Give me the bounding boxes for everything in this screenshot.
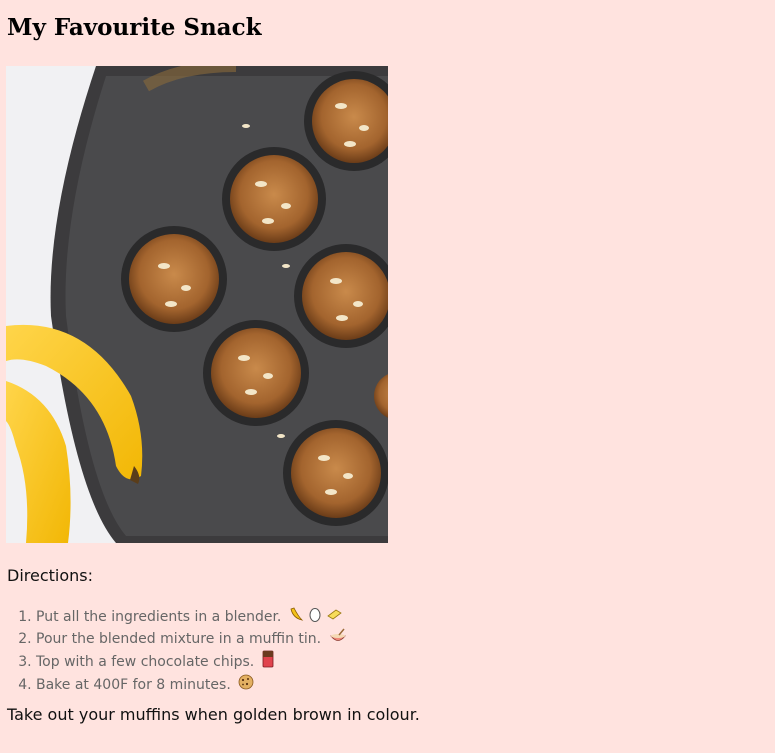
step-text: Pour the blended mixture in a muffin tin…	[36, 631, 322, 647]
mixing-bowl-icon	[329, 628, 347, 650]
egg-icon	[309, 606, 321, 628]
chocolate-bar-icon	[262, 650, 274, 674]
step-text: Put all the ingredients in a blender.	[36, 609, 282, 625]
step-text: Top with a few chocolate chips.	[36, 654, 255, 670]
list-item: Top with a few chocolate chips.	[36, 650, 347, 674]
list-item: Put all the ingredients in a blender.	[36, 606, 347, 628]
muffin-photo	[6, 66, 388, 543]
muffin-photo-illustration	[6, 66, 388, 543]
page-title: My Favourite Snack	[7, 14, 262, 41]
banana-icon	[289, 606, 305, 628]
directions-list: Put all the ingredients in a blender. Po…	[18, 606, 347, 696]
butter-icon	[326, 606, 342, 628]
list-item: Bake at 400F for 8 minutes.	[36, 674, 347, 696]
closing-text: Take out your muffins when golden brown …	[7, 705, 420, 724]
step-text: Bake at 400F for 8 minutes.	[36, 677, 231, 693]
cookie-icon	[238, 674, 254, 696]
directions-heading: Directions:	[7, 566, 94, 585]
list-item: Pour the blended mixture in a muffin tin…	[36, 628, 347, 650]
